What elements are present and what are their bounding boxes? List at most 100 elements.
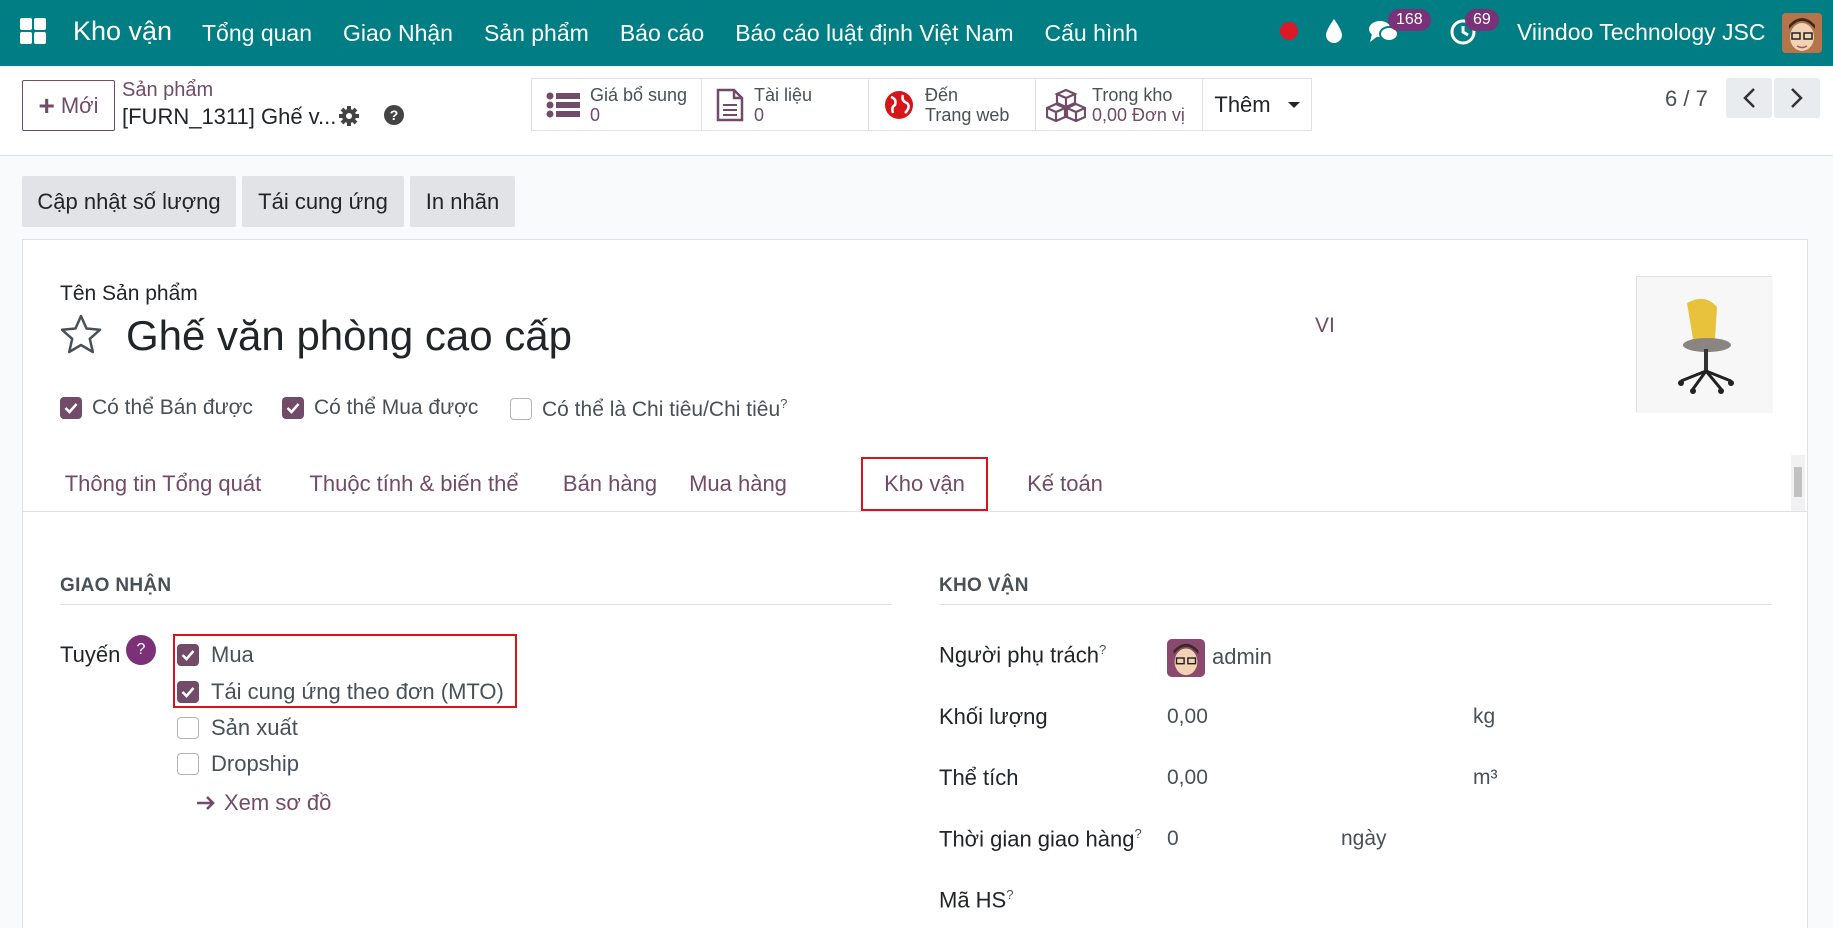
- language-toggle[interactable]: VI: [1315, 314, 1335, 338]
- list-icon: [546, 92, 580, 117]
- weight-unit: kg: [1473, 705, 1496, 728]
- favorite-star-icon[interactable]: [59, 313, 103, 355]
- water-drop-icon[interactable]: [1324, 18, 1344, 44]
- lead-time-unit: ngày: [1341, 827, 1387, 850]
- arrow-right-icon: [197, 796, 215, 810]
- office-chair-icon: [1637, 277, 1773, 413]
- routes-label: Tuyến: [60, 642, 121, 667]
- cubes-icon: [1046, 88, 1086, 122]
- route-dropship-label: Dropship: [211, 751, 300, 776]
- plus-icon: +: [38, 89, 55, 121]
- product-image[interactable]: [1636, 276, 1773, 413]
- view-diagram-label: Xem sơ đồ: [224, 790, 332, 815]
- menu-products[interactable]: Sản phẩm: [484, 20, 589, 47]
- route-manufacture[interactable]: Sản xuất: [177, 715, 298, 741]
- operations-divider: [60, 604, 892, 605]
- view-diagram-link[interactable]: Xem sơ đồ: [196, 790, 331, 816]
- responsible-field[interactable]: admin: [1212, 644, 1272, 670]
- can-be-sold-option[interactable]: Có thể Bán được: [60, 396, 253, 420]
- gear-icon[interactable]: [338, 105, 360, 127]
- checkbox-checked-icon[interactable]: [282, 397, 304, 419]
- on-hand-label: Trong kho: [1092, 84, 1173, 105]
- responsible-label: Người phụ trách?: [939, 642, 1107, 668]
- weight-label: Khối lượng: [939, 704, 1048, 729]
- tab-general-information[interactable]: Thông tin Tổng quát: [53, 455, 273, 512]
- on-hand-value: 0,00 Đơn vị: [1092, 104, 1185, 125]
- main-menu: Tổng quan Giao Nhận Sản phẩm Báo cáo Báo…: [202, 20, 1138, 47]
- on-hand-button[interactable]: Trong kho 0,00 Đơn vị: [1036, 79, 1203, 130]
- lead-time-field[interactable]: 0: [1167, 827, 1179, 851]
- logistics-section-title: KHO VẬN: [939, 575, 1029, 596]
- checkbox-unchecked-icon[interactable]: [510, 398, 532, 420]
- breadcrumb-current: [FURN_1311] Ghế v...: [122, 104, 337, 129]
- help-tooltip-mark[interactable]: ?: [1099, 642, 1106, 657]
- can-be-purchased-label: Có thể Mua được: [314, 396, 479, 419]
- pager-previous-button[interactable]: [1726, 78, 1772, 118]
- help-tooltip-mark[interactable]: ?: [1006, 887, 1013, 902]
- top-navbar: Kho vận Tổng quan Giao Nhận Sản phẩm Báo…: [0, 0, 1833, 66]
- help-tooltip-mark[interactable]: ?: [780, 396, 787, 411]
- help-icon[interactable]: ?: [383, 104, 405, 126]
- update-quantity-button[interactable]: Cập nhật số lượng: [22, 176, 236, 227]
- routes-help-icon[interactable]: ?: [126, 635, 156, 665]
- tabs-scrollbar[interactable]: [1791, 455, 1805, 511]
- control-panel: + Mới Sản phẩm [FURN_1311] Ghế v... ? Giá…: [0, 66, 1833, 156]
- activities-count-badge: 69: [1465, 9, 1499, 31]
- can-be-expensed-option[interactable]: Có thể là Chi tiêu/Chi tiêu?: [510, 396, 787, 422]
- checkbox-unchecked-icon[interactable]: [177, 753, 199, 775]
- replenish-button[interactable]: Tái cung ứng: [242, 176, 404, 227]
- can-be-expensed-label: Có thể là Chi tiêu/Chi tiêu?: [542, 396, 788, 421]
- tab-purchase[interactable]: Mua hàng: [677, 455, 799, 512]
- menu-overview[interactable]: Tổng quan: [202, 20, 312, 47]
- documents-button[interactable]: Tài liệu 0: [702, 79, 869, 130]
- caret-down-icon: [1287, 101, 1300, 108]
- print-labels-button[interactable]: In nhãn: [410, 176, 515, 227]
- user-avatar[interactable]: [1782, 13, 1822, 53]
- operations-section-title: GIAO NHẬN: [60, 575, 172, 596]
- checkbox-checked-icon[interactable]: [60, 397, 82, 419]
- more-button[interactable]: Thêm: [1203, 79, 1311, 130]
- scrollbar-thumb[interactable]: [1794, 467, 1802, 497]
- pager-next-button[interactable]: [1774, 78, 1820, 118]
- pager-value[interactable]: 6 / 7: [1665, 86, 1708, 112]
- smart-buttons: Giá bổ sung 0 Tài liệu 0 Đến Trang web T…: [531, 78, 1312, 131]
- go-to-website-button[interactable]: Đến Trang web: [869, 79, 1036, 130]
- menu-vn-legal-reports[interactable]: Báo cáo luật định Việt Nam: [735, 20, 1013, 47]
- company-switcher[interactable]: Viindoo Technology JSC: [1517, 19, 1766, 46]
- menu-configuration[interactable]: Cấu hình: [1045, 20, 1138, 47]
- tab-accounting[interactable]: Kế toán: [1010, 455, 1120, 512]
- record-indicator-icon[interactable]: [1280, 22, 1298, 40]
- apps-menu-icon[interactable]: [20, 18, 46, 44]
- volume-label: Thể tích: [939, 765, 1019, 790]
- tab-inventory[interactable]: Kho vận: [861, 457, 988, 511]
- routes-highlight-box: [173, 634, 517, 708]
- extra-prices-label: Giá bổ sung: [590, 84, 688, 105]
- help-tooltip-mark[interactable]: ?: [1134, 826, 1141, 841]
- logistics-divider: [939, 604, 1772, 605]
- go-to-label: Đến: [925, 84, 959, 105]
- form-tabs: Thông tin Tổng quát Thuộc tính & biến th…: [23, 455, 1807, 512]
- more-label: Thêm: [1214, 91, 1271, 117]
- new-button-label: Mới: [60, 92, 99, 118]
- route-dropship[interactable]: Dropship: [177, 751, 299, 777]
- tab-attributes-variants[interactable]: Thuộc tính & biến thể: [285, 455, 543, 512]
- tab-sales[interactable]: Bán hàng: [555, 455, 665, 512]
- product-form-sheet: Tên Sản phẩm Ghế văn phòng cao cấp VI Có…: [22, 239, 1808, 928]
- responsible-avatar: [1167, 639, 1205, 677]
- checkbox-unchecked-icon[interactable]: [177, 717, 199, 739]
- extra-prices-button[interactable]: Giá bổ sung 0: [532, 79, 702, 130]
- new-button[interactable]: + Mới: [22, 80, 115, 131]
- extra-prices-value: 0: [590, 104, 601, 125]
- file-icon: [716, 88, 744, 121]
- menu-transfers[interactable]: Giao Nhận: [343, 20, 453, 47]
- product-name-field[interactable]: Ghế văn phòng cao cấp: [126, 312, 572, 360]
- menu-reporting[interactable]: Báo cáo: [620, 20, 704, 47]
- app-name[interactable]: Kho vận: [73, 16, 172, 47]
- volume-unit: m³: [1473, 766, 1498, 789]
- can-be-purchased-option[interactable]: Có thể Mua được: [282, 396, 478, 420]
- breadcrumb-parent[interactable]: Sản phẩm: [122, 79, 213, 102]
- website-label: Trang web: [925, 104, 1010, 125]
- weight-field[interactable]: 0,00: [1167, 705, 1208, 729]
- lead-time-label: Thời gian giao hàng?: [939, 826, 1142, 852]
- volume-field[interactable]: 0,00: [1167, 766, 1208, 790]
